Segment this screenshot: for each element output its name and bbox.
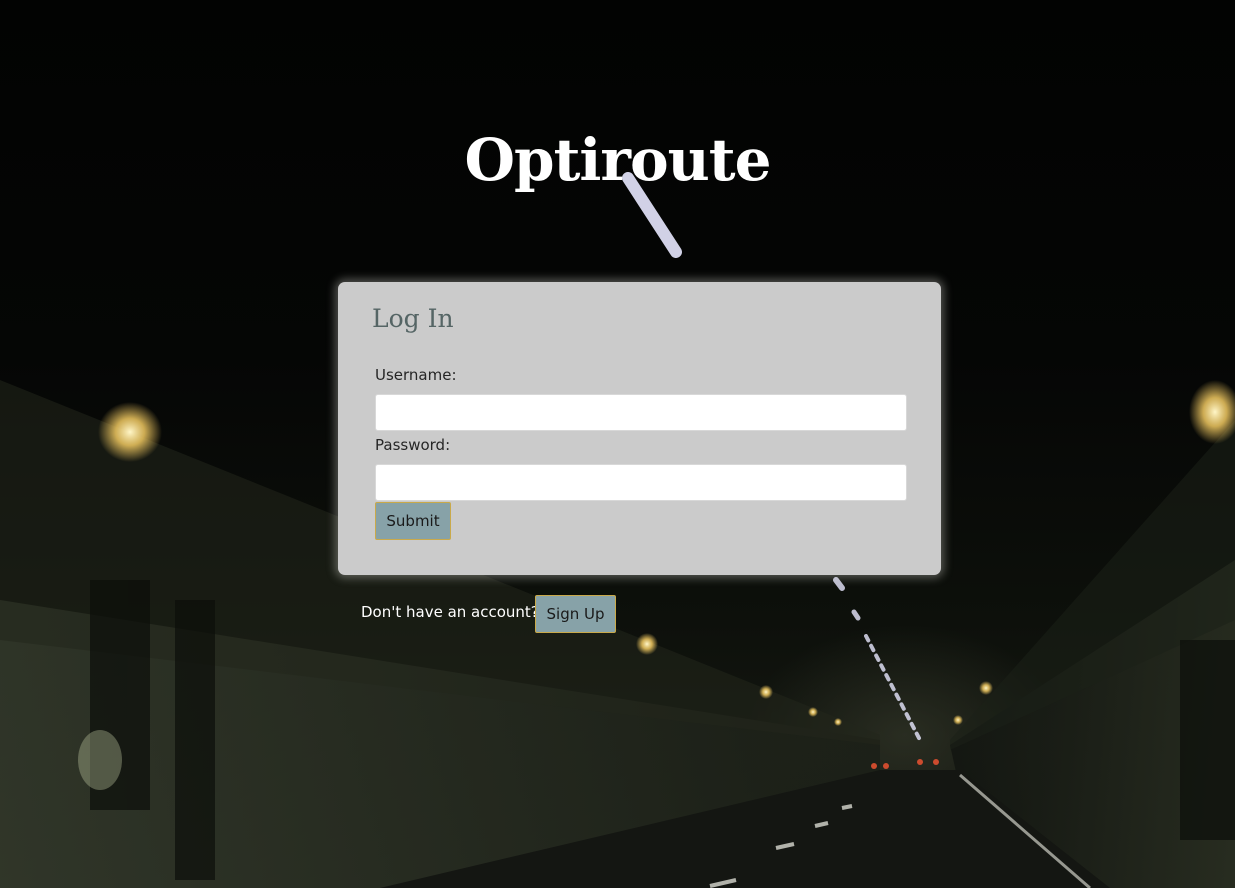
submit-button[interactable]: Submit bbox=[375, 502, 451, 540]
login-card: Log In Username: Password: Submit bbox=[338, 282, 941, 575]
username-label: Username: bbox=[375, 366, 457, 384]
signup-prompt: Don't have an account? bbox=[361, 603, 539, 621]
password-label: Password: bbox=[375, 436, 451, 454]
password-input[interactable] bbox=[375, 464, 907, 501]
app-title: Optiroute bbox=[464, 126, 771, 194]
sign-up-button[interactable]: Sign Up bbox=[535, 595, 616, 633]
login-heading: Log In bbox=[372, 304, 454, 333]
username-input[interactable] bbox=[375, 394, 907, 431]
